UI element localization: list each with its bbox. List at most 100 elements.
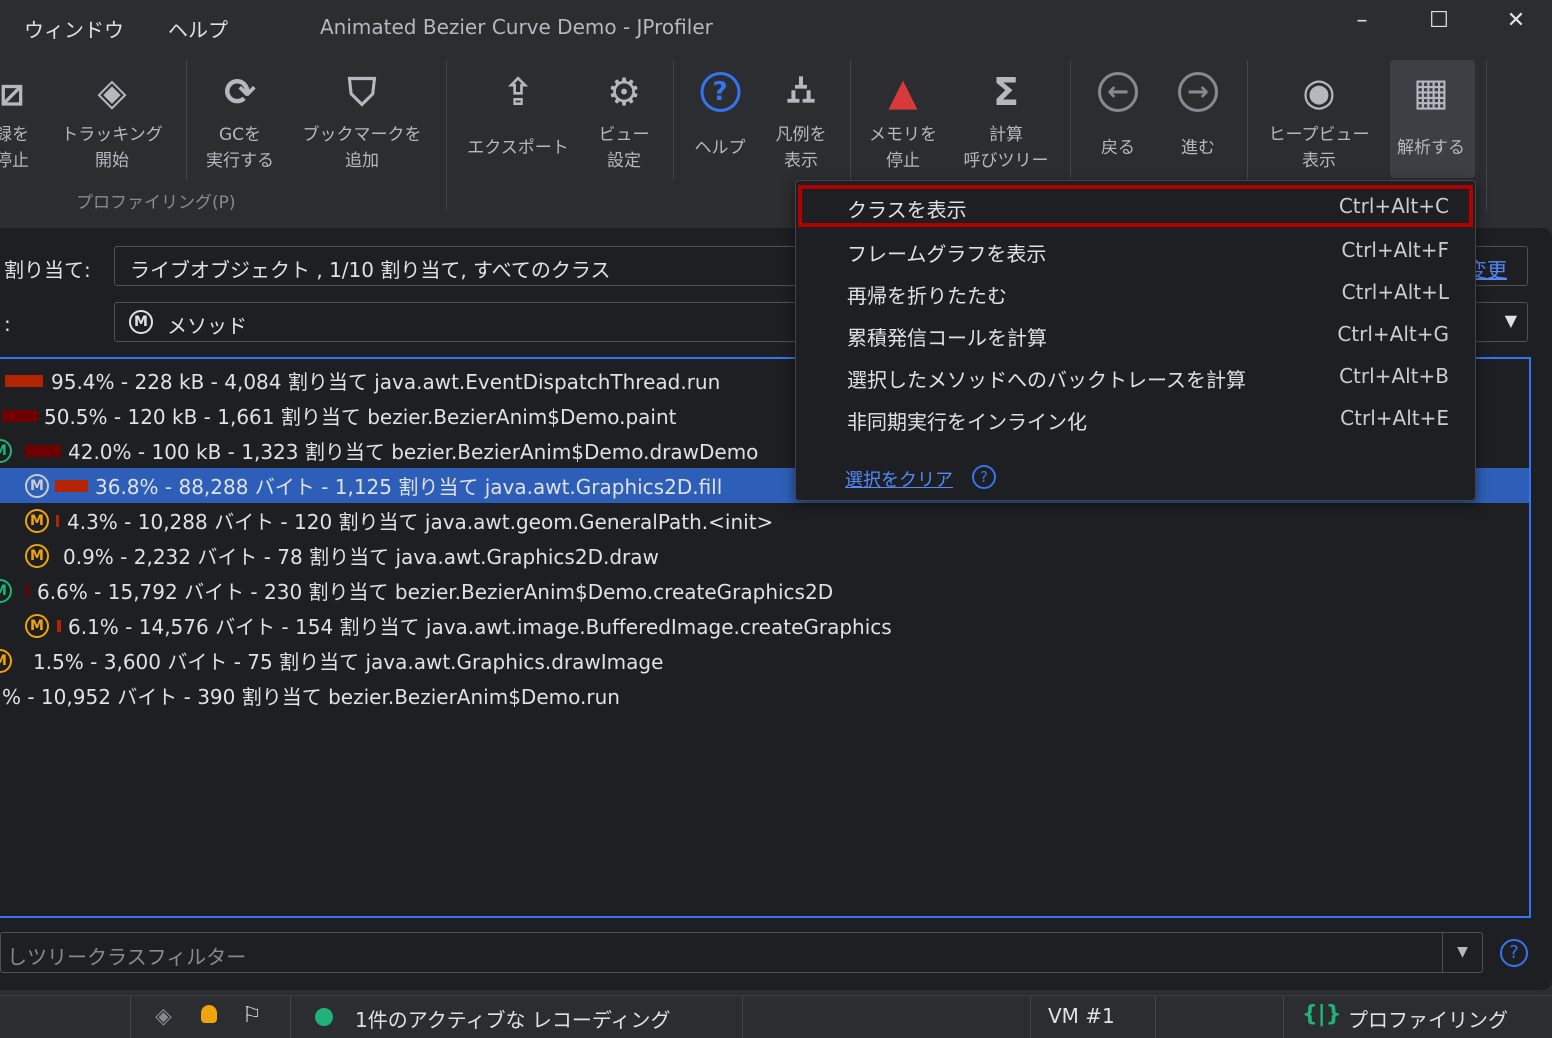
tree-row[interactable]: M 0.9% - 2,232 バイト - 78 割り当て java.awt.Gra… <box>0 538 1529 573</box>
window-title: Animated Bezier Curve Demo - JProfiler <box>320 15 713 39</box>
toolbar-button-legend[interactable]: ⛼ 凡例を 表示 <box>776 62 827 178</box>
tree-row[interactable]: % - 10,952 バイト - 390 割り当て bezier.BezierA… <box>0 678 1529 713</box>
toolbar-button-camera[interactable]: ◉ ヒープビュー 表示 <box>1269 62 1370 178</box>
recording-status[interactable]: 1件のアクティブな レコーディング <box>355 1004 670 1033</box>
forward-icon: → <box>1178 72 1218 112</box>
tree-row[interactable]: M 4.3% - 10,288 バイト - 120 割り当て java.awt.g… <box>0 503 1529 538</box>
toolbar-label: 進む <box>1181 138 1215 158</box>
close-button[interactable]: ✕ <box>1496 8 1536 44</box>
status-bar: ◈ ⚐ 1件のアクティブな レコーディング VM #1 {|} プロファイリング <box>0 995 1552 1038</box>
tree-row-text: 1.5% - 3,600 バイト - 75 割り当て java.awt.Grap… <box>33 650 664 674</box>
percentage-bar <box>26 584 29 597</box>
menu-help[interactable]: ヘルプ <box>168 14 228 43</box>
tree-row-text: % - 10,952 バイト - 390 割り当て bezier.BezierA… <box>2 685 620 709</box>
tree-row[interactable]: M 1.5% - 3,600 バイト - 75 割り当て java.awt.Gra… <box>0 643 1529 678</box>
menu-item-label: クラスを表示 <box>847 198 967 222</box>
menu-item-label: 選択したメソッドへのバックトレースを計算 <box>847 368 1246 392</box>
menu-item-shortcut: Ctrl+Alt+L <box>1341 280 1449 304</box>
method-icon: M <box>129 310 153 334</box>
menu-item-shortcut: Ctrl+Alt+C <box>1338 194 1449 218</box>
toolbar-label: ヘルプ <box>694 138 746 158</box>
toolbar-button-tracking[interactable]: ◈ トラッキング 開始 <box>61 62 163 178</box>
alloc-value: ライブオブジェクト , 1/10 割り当て, すべてのクラス <box>130 258 611 282</box>
menu-item-label: 再帰を折りたたむ <box>847 284 1007 308</box>
menu-item-label: 非同期実行をインライン化 <box>847 410 1087 434</box>
chevron-down-icon: ▼ <box>1504 311 1517 330</box>
help-icon[interactable]: ? <box>972 465 996 489</box>
toolbar-button-export[interactable]: ⇪ エクスポート <box>467 62 569 178</box>
toolbar-button-gc[interactable]: ⟳ GCを 実行する <box>206 62 274 178</box>
toolbar-label: 録を 停止 <box>0 125 29 171</box>
toolbar-button-calculator[interactable]: ▦ 解析する <box>1397 62 1465 178</box>
toolbar-label: 解析する <box>1397 138 1465 158</box>
stop-recording-icon: ⧄ <box>0 69 25 114</box>
toolbar-label: トラッキング 開始 <box>61 125 163 171</box>
menu-item-shortcut: Ctrl+Alt+E <box>1340 406 1449 430</box>
menu-item[interactable]: クラスを表示 Ctrl+Alt+C <box>798 185 1473 227</box>
tracking-icon: ◈ <box>97 70 127 114</box>
profiling-mode[interactable]: プロファイリング <box>1348 1004 1508 1033</box>
toolbar-button-view-settings[interactable]: ⚙ ビュー 設定 <box>599 62 650 178</box>
menu-item-label: フレームグラフを表示 <box>847 242 1047 266</box>
bookmark-add-icon: ⛉ <box>347 69 377 114</box>
toolbar-label: ヒープビュー 表示 <box>1268 125 1370 171</box>
help-icon[interactable]: ? <box>1500 939 1528 967</box>
menu-item[interactable]: 選択したメソッドへのバックトレースを計算 Ctrl+Alt+B <box>798 355 1473 397</box>
clear-selection-link[interactable]: 選択をクリア <box>845 466 953 492</box>
method-icon: M <box>25 543 49 568</box>
toolbar-button-bookmark-add[interactable]: ⛉ ブックマークを 追加 <box>303 62 422 178</box>
toolbar-button-memory-stop[interactable]: ▲ メモリを 停止 <box>869 62 937 178</box>
back-icon: ← <box>1098 72 1138 112</box>
menu-item-shortcut: Ctrl+Alt+G <box>1337 322 1449 346</box>
flag-icon[interactable]: ⚐ <box>242 1003 262 1028</box>
toolbar-button-help[interactable]: ? ヘルプ <box>695 62 746 178</box>
toolbar-button-stop-recording[interactable]: ⧄ 録を 停止 <box>0 62 29 178</box>
maximize-button[interactable]: ☐ <box>1419 8 1459 44</box>
method-icon: M <box>0 438 12 463</box>
group-label: プロファイリング(P) <box>76 193 236 213</box>
tree-row[interactable]: M 6.6% - 15,792 バイト - 230 割り当て bezier.Bez… <box>0 573 1529 608</box>
gc-icon: ⟳ <box>224 70 256 114</box>
tree-row-text: 4.3% - 10,288 バイト - 120 割り当て java.awt.ge… <box>67 510 774 534</box>
toolbar-button-forward[interactable]: → 進む <box>1178 62 1218 178</box>
menu-item[interactable]: 累積発信コールを計算 Ctrl+Alt+G <box>798 313 1473 355</box>
recording-dot-icon <box>315 1008 333 1026</box>
tracking-icon[interactable]: ◈ <box>155 1004 172 1029</box>
toolbar-label: 凡例を 表示 <box>775 125 827 171</box>
filter-dropdown-icon[interactable]: ▼ <box>1442 933 1482 972</box>
tree-row-text: 42.0% - 100 kB - 1,323 割り当て bezier.Bezie… <box>68 440 759 464</box>
percentage-bar <box>57 619 61 632</box>
class-filter-input[interactable]: しツリークラスフィルター ▼ <box>0 932 1483 973</box>
toolbar-label: 計算 呼びツリー <box>963 125 1049 171</box>
minimize-button[interactable]: – <box>1342 8 1382 44</box>
percentage-bar <box>56 514 59 527</box>
memory-stop-icon: ▲ <box>888 70 918 114</box>
tree-row-text: 0.9% - 2,232 バイト - 78 割り当て java.awt.Grap… <box>63 545 659 569</box>
toolbar-button-sigma[interactable]: Σ 計算 呼びツリー <box>964 62 1049 178</box>
method-icon: M <box>25 508 49 533</box>
vm-label[interactable]: VM #1 <box>1048 1004 1115 1028</box>
tree-row-text: 50.5% - 120 kB - 1,661 割り当て bezier.Bezie… <box>44 405 677 429</box>
menu-item[interactable]: 再帰を折りたたむ Ctrl+Alt+L <box>798 271 1473 313</box>
menu-window[interactable]: ウィンドウ <box>24 14 124 43</box>
percentage-bar <box>2 409 38 422</box>
toolbar-button-back[interactable]: ← 戻る <box>1098 62 1138 178</box>
percentage-bar <box>55 479 88 492</box>
menu-item[interactable]: フレームグラフを表示 Ctrl+Alt+F <box>798 229 1473 271</box>
analyze-menu: クラスを表示 Ctrl+Alt+C フレームグラフを表示 Ctrl+Alt+F 再帰を折… <box>795 180 1476 501</box>
method-icon: M <box>25 613 49 638</box>
alloc-label: 割り当て: <box>4 258 91 282</box>
camera-icon: ◉ <box>1302 70 1336 114</box>
lightbulb-icon[interactable] <box>201 1005 217 1023</box>
filter-placeholder: しツリークラスフィルター <box>7 945 247 969</box>
calculator-icon: ▦ <box>1413 70 1449 114</box>
toolbar-label: ブックマークを 追加 <box>302 125 422 171</box>
method-icon: M <box>0 578 12 603</box>
toolbar-label: 戻る <box>1101 138 1135 158</box>
tree-row-text: 36.8% - 88,288 バイト - 1,125 割り当て java.awt… <box>95 475 723 499</box>
menu-item[interactable]: 非同期実行をインライン化 Ctrl+Alt+E <box>798 397 1473 439</box>
toolbar-label: メモリを 停止 <box>869 125 937 171</box>
tree-row[interactable]: M 6.1% - 14,576 バイト - 154 割り当て java.awt.i… <box>0 608 1529 643</box>
sigma-icon: Σ <box>993 70 1019 114</box>
profiling-icon: {|} <box>1302 1002 1342 1027</box>
